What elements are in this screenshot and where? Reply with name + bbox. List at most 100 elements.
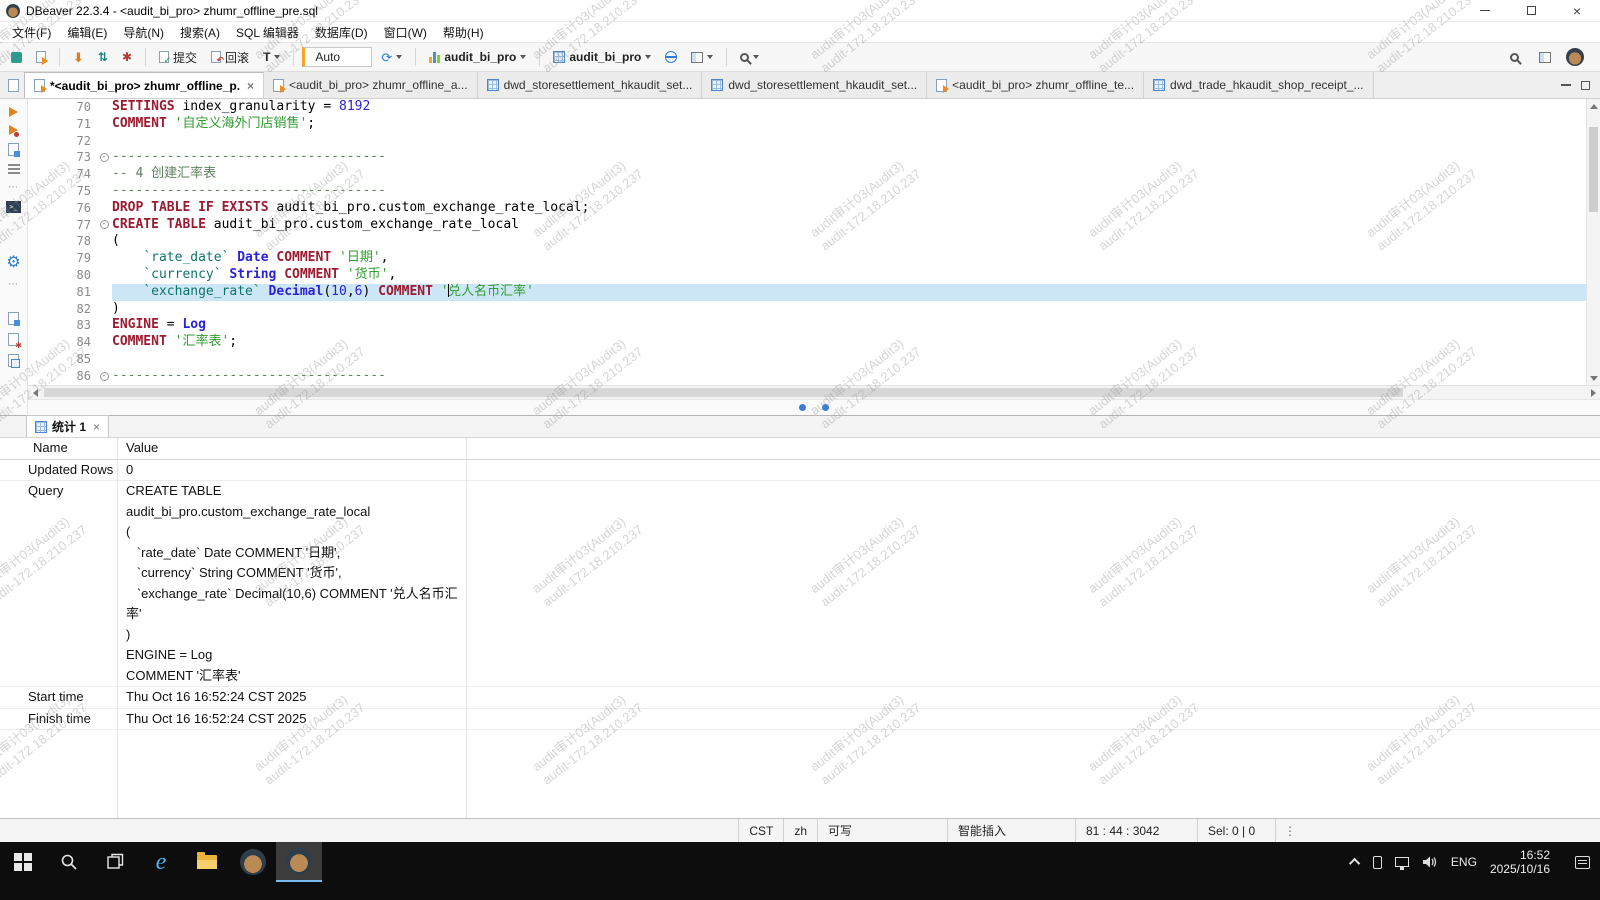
- panel-sash[interactable]: [28, 399, 1600, 415]
- schema-selector[interactable]: audit_bi_pro: [548, 48, 656, 66]
- column-header-name[interactable]: Name: [0, 438, 117, 459]
- status-item-5[interactable]: 81 : 44 : 3042: [1075, 819, 1197, 842]
- horizontal-scroll-thumb[interactable]: [44, 388, 1403, 397]
- log-file-icon[interactable]: [8, 333, 19, 346]
- dbeaver-taskbar-button-1[interactable]: [230, 842, 276, 882]
- sync-button[interactable]: ⇅: [93, 49, 113, 65]
- outline-icon[interactable]: [8, 164, 20, 174]
- code-line-80[interactable]: 80 `currency` String COMMENT '货币',: [28, 267, 1586, 284]
- layout-button[interactable]: [686, 50, 718, 65]
- scroll-down-icon[interactable]: [1587, 371, 1600, 385]
- status-item-1[interactable]: CST: [738, 819, 783, 842]
- editor-tab-3[interactable]: dwd_storesettlement_hkaudit_set...: [478, 72, 703, 98]
- column-divider[interactable]: [466, 438, 467, 818]
- close-button[interactable]: ×: [1554, 0, 1600, 21]
- column-header-value[interactable]: Value: [117, 438, 466, 459]
- tab-statistics[interactable]: 统计 1 ×: [26, 415, 109, 437]
- vertical-scroll-track[interactable]: [1587, 113, 1600, 371]
- sash-dot-icon[interactable]: [799, 404, 806, 411]
- code-area[interactable]: 70SETTINGS index_granularity = 819271COM…: [28, 99, 1586, 385]
- execute-script-icon[interactable]: [9, 125, 18, 135]
- column-divider[interactable]: [117, 438, 118, 818]
- tray-network-icon[interactable]: [1395, 857, 1409, 867]
- code-line-72[interactable]: 72: [28, 133, 1586, 150]
- horizontal-scroll-track[interactable]: [42, 386, 1586, 399]
- connection-selector[interactable]: audit_bi_pro: [424, 48, 531, 66]
- file-list-button[interactable]: [2, 72, 24, 98]
- editor-tab-5[interactable]: <audit_bi_pro> zhumr_offline_te...: [927, 72, 1144, 98]
- perspective-button[interactable]: [1534, 50, 1556, 65]
- rail-more-icon[interactable]: ⋯: [8, 182, 19, 193]
- output-file-icon[interactable]: [8, 312, 19, 325]
- sash-dot-icon[interactable]: [822, 404, 829, 411]
- tray-device-icon[interactable]: [1373, 856, 1382, 869]
- menu-item-4[interactable]: 搜索(A): [172, 22, 228, 43]
- code-line-85[interactable]: 85: [28, 351, 1586, 368]
- fold-collapse-icon[interactable]: -: [100, 372, 109, 381]
- stats-row-2[interactable]: QueryCREATE TABLE audit_bi_pro.custom_ex…: [0, 481, 1600, 687]
- code-line-83[interactable]: 83ENGINE = Log: [28, 317, 1586, 334]
- stats-row-4[interactable]: Finish timeThu Oct 16 16:52:24 CST 2025: [0, 709, 1600, 731]
- task-view-button[interactable]: [92, 842, 138, 882]
- quick-search-button[interactable]: [735, 51, 764, 64]
- scroll-left-icon[interactable]: [28, 389, 42, 397]
- code-line-84[interactable]: 84COMMENT '汇率表';: [28, 334, 1586, 351]
- code-line-78[interactable]: 78(: [28, 233, 1586, 250]
- tab-close-icon[interactable]: ×: [93, 420, 100, 434]
- minimize-button[interactable]: [1462, 0, 1508, 21]
- menu-item-7[interactable]: 窗口(W): [376, 22, 435, 43]
- transaction-font-button[interactable]: T: [258, 48, 285, 66]
- search-button[interactable]: [1505, 51, 1524, 64]
- tray-expand-icon[interactable]: [1349, 858, 1360, 869]
- code-line-79[interactable]: 79 `rate_date` Date COMMENT '日期',: [28, 250, 1586, 267]
- code-line-71[interactable]: 71COMMENT '自定义海外门店销售';: [28, 116, 1586, 133]
- taskbar-clock[interactable]: 16:52 2025/10/16: [1490, 848, 1550, 876]
- maximize-button[interactable]: [1508, 0, 1554, 21]
- code-line-70[interactable]: 70SETTINGS index_granularity = 8192: [28, 99, 1586, 116]
- rail-more-icon[interactable]: ⋯: [8, 279, 19, 290]
- menu-item-5[interactable]: SQL 编辑器: [228, 22, 307, 43]
- commit-button[interactable]: 提交: [154, 47, 202, 68]
- dbeaver-taskbar-button-2[interactable]: [276, 842, 322, 882]
- settings-gear-icon[interactable]: ⚙: [6, 255, 20, 271]
- menu-item-2[interactable]: 编辑(E): [59, 22, 115, 43]
- status-item-2[interactable]: zh: [783, 819, 817, 842]
- menu-item-1[interactable]: 文件(F): [4, 22, 59, 43]
- auto-commit-select[interactable]: Auto: [302, 47, 372, 67]
- vertical-scrollbar[interactable]: [1586, 99, 1600, 385]
- stats-row-1[interactable]: Updated Rows0: [0, 460, 1600, 482]
- file-explorer-button[interactable]: [184, 842, 230, 882]
- minimize-panel-icon[interactable]: [1561, 84, 1571, 86]
- new-sql-editor-button[interactable]: [31, 49, 51, 65]
- internet-explorer-button[interactable]: e: [138, 842, 184, 882]
- code-line-86[interactable]: 86------------------------------------: [28, 368, 1586, 385]
- code-line-74[interactable]: 74-- 4 创建汇率表: [28, 166, 1586, 183]
- start-button[interactable]: [0, 842, 46, 882]
- globe-button[interactable]: [660, 49, 682, 65]
- stats-row-3[interactable]: Start timeThu Oct 16 16:52:24 CST 2025: [0, 687, 1600, 709]
- rollback-button[interactable]: 回滚: [206, 47, 254, 68]
- shell-icon[interactable]: >_: [6, 201, 21, 213]
- editor-tab-4[interactable]: dwd_storesettlement_hkaudit_set...: [702, 72, 927, 98]
- result-grid-icon[interactable]: [8, 354, 19, 367]
- menu-item-8[interactable]: 帮助(H): [435, 22, 492, 43]
- code-line-82[interactable]: 82): [28, 301, 1586, 318]
- menu-item-3[interactable]: 导航(N): [115, 22, 172, 43]
- editor-tab-2[interactable]: <audit_bi_pro> zhumr_offline_a...: [264, 72, 478, 98]
- code-line-77[interactable]: 77-CREATE TABLE audit_bi_pro.custom_exch…: [28, 217, 1586, 234]
- execute-statement-icon[interactable]: [9, 107, 18, 117]
- code-line-73[interactable]: 73------------------------------------: [28, 149, 1586, 166]
- status-item-3[interactable]: 可写: [817, 819, 947, 842]
- refresh-button[interactable]: ⟳: [376, 49, 407, 66]
- scroll-right-icon[interactable]: [1586, 389, 1600, 397]
- taskbar-search-button[interactable]: [46, 842, 92, 882]
- status-more-icon[interactable]: ⋮: [1275, 819, 1304, 842]
- code-line-76[interactable]: 76DROP TABLE IF EXISTS audit_bi_pro.cust…: [28, 200, 1586, 217]
- editor-tab-6[interactable]: dwd_trade_hkaudit_shop_receipt_...: [1144, 72, 1373, 98]
- horizontal-scrollbar[interactable]: [28, 385, 1600, 399]
- status-item-4[interactable]: 智能插入: [947, 819, 1075, 842]
- menu-item-6[interactable]: 数据库(D): [307, 22, 376, 43]
- fetch-data-button[interactable]: ⬇: [68, 49, 89, 66]
- code-line-75[interactable]: 75-----------------------------------: [28, 183, 1586, 200]
- code-line-81[interactable]: 81 `exchange_rate` Decimal(10,6) COMMENT…: [28, 284, 1586, 301]
